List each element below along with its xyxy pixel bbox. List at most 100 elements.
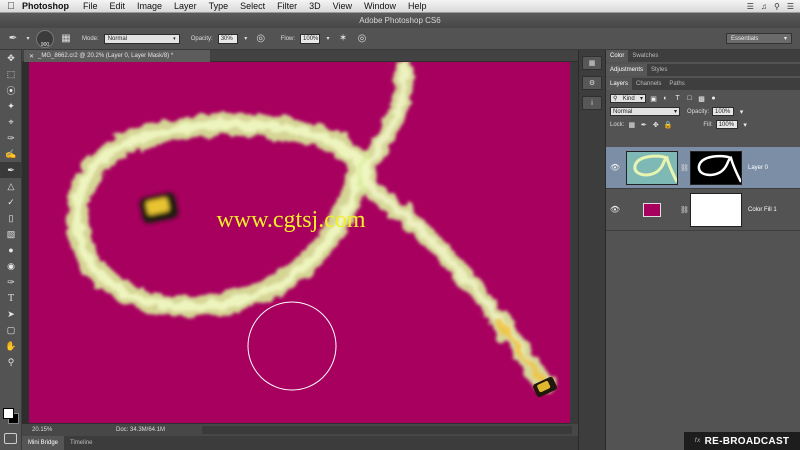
properties-panel-icon[interactable]: ⚙	[582, 76, 602, 90]
lasso-tool-icon[interactable]: ⦿	[0, 82, 22, 98]
menu-filter[interactable]: Filter	[277, 1, 297, 11]
layer-mask-thumbnail[interactable]	[690, 150, 742, 185]
filter-adjustment-icon[interactable]: ◐	[661, 94, 670, 103]
lock-position-icon[interactable]: ✥	[651, 120, 660, 129]
chevron-down-icon[interactable]: ▾	[741, 120, 750, 129]
mode-select[interactable]: Normal ▾	[103, 33, 180, 44]
app-menu[interactable]: Photoshop	[22, 1, 69, 11]
chevron-down-icon[interactable]: ▾	[243, 32, 249, 46]
doc-size-info[interactable]: Doc: 34.3M/64.1M	[56, 427, 176, 433]
pressure-opacity-icon[interactable]: ◎	[254, 32, 268, 46]
wifi-icon[interactable]: ☰	[747, 2, 754, 11]
chain-link-icon[interactable]: ⛓	[680, 206, 689, 214]
close-icon[interactable]: ✕	[29, 53, 34, 60]
blend-mode-select[interactable]: Normal ▾	[610, 107, 680, 116]
marquee-tool-icon[interactable]: ⬚	[0, 66, 22, 82]
menu-file[interactable]: File	[83, 1, 98, 11]
brush-size-picker[interactable]: 900	[36, 29, 54, 48]
airbrush-icon[interactable]: ✶	[336, 32, 350, 46]
spotlight-icon[interactable]: ⚲	[774, 2, 780, 11]
chevron-down-icon[interactable]: ▾	[325, 32, 331, 46]
hand-tool-icon[interactable]: ✋	[0, 338, 22, 354]
tab-color[interactable]: Color	[606, 50, 629, 62]
zoom-tool-icon[interactable]: ⚲	[0, 354, 22, 370]
type-tool-icon[interactable]: T	[0, 290, 22, 306]
tab-mini-bridge[interactable]: Mini Bridge	[22, 436, 65, 450]
lock-transparency-icon[interactable]: ▦	[627, 120, 636, 129]
history-panel-icon[interactable]: ▦	[582, 56, 602, 70]
shape-tool-icon[interactable]: ▢	[0, 322, 22, 338]
blur-tool-icon[interactable]: ●	[0, 242, 22, 258]
tab-paths[interactable]: Paths	[665, 78, 688, 90]
eye-icon[interactable]: 👁	[606, 163, 624, 172]
layer-row-color-fill-1[interactable]: 👁 ⛓ Color Fill 1	[606, 189, 800, 231]
menu-view[interactable]: View	[333, 1, 352, 11]
info-panel-icon[interactable]: i	[582, 96, 602, 110]
tab-layers[interactable]: Layers	[606, 78, 633, 90]
tab-channels[interactable]: Channels	[632, 78, 665, 90]
filter-shape-icon[interactable]: □	[685, 94, 694, 103]
menu-edit[interactable]: Edit	[110, 1, 126, 11]
path-selection-tool-icon[interactable]: ➤	[0, 306, 22, 322]
foreground-color-swatch[interactable]	[3, 408, 14, 419]
blend-mode-value: Normal	[613, 108, 633, 115]
vertical-scrollbar[interactable]	[570, 62, 578, 424]
chevron-down-icon[interactable]: ▾	[737, 107, 746, 116]
eye-icon[interactable]: 👁	[606, 205, 624, 214]
fill-input[interactable]: 100%	[715, 120, 738, 129]
healing-brush-tool-icon[interactable]: ✍	[0, 146, 22, 162]
layer-row-layer-0[interactable]: 👁 ⛓ Layer 0	[606, 147, 800, 189]
color-swatches[interactable]	[3, 408, 19, 424]
document-canvas[interactable]: www.cgtsj.com	[29, 62, 591, 423]
horizontal-scrollbar[interactable]	[202, 426, 572, 434]
layer-filter-kind-select[interactable]: ⚲ Kind ▾	[610, 94, 646, 103]
tab-swatches[interactable]: Swatches	[628, 50, 662, 62]
quick-select-tool-icon[interactable]: ✦	[0, 98, 22, 114]
chain-link-icon[interactable]: ⛓	[680, 164, 689, 172]
menu-type[interactable]: Type	[209, 1, 229, 11]
menu-image[interactable]: Image	[137, 1, 162, 11]
apple-icon[interactable]: 	[0, 1, 22, 12]
layer-opacity-input[interactable]: 100%	[712, 107, 735, 116]
filter-type-icon[interactable]: T	[673, 94, 682, 103]
filter-pixel-icon[interactable]: ▣	[649, 94, 658, 103]
flow-input[interactable]: 100%	[300, 33, 321, 44]
workspace-switcher[interactable]: Essentials ▾	[726, 33, 792, 44]
pressure-size-icon[interactable]: ◎	[355, 32, 369, 46]
move-tool-icon[interactable]: ✥	[0, 50, 22, 66]
menu-select[interactable]: Select	[240, 1, 265, 11]
eraser-tool-icon[interactable]: ▯	[0, 210, 22, 226]
lock-all-icon[interactable]: 🔒	[663, 120, 672, 129]
eyedropper-tool-icon[interactable]: ✑	[0, 130, 22, 146]
notification-icon[interactable]: ☰	[787, 2, 794, 11]
brush-panel-toggle-icon[interactable]: ▦	[59, 32, 73, 46]
opacity-input[interactable]: 30%	[217, 33, 238, 44]
menu-layer[interactable]: Layer	[174, 1, 197, 11]
zoom-level[interactable]: 20.15%	[22, 427, 56, 433]
layer-name[interactable]: Color Fill 1	[748, 207, 777, 213]
document-tab-bar: ✕ _MG_8662.cr2 @ 20.2% (Layer 0, Layer M…	[22, 50, 578, 62]
gradient-tool-icon[interactable]: ▧	[0, 226, 22, 242]
layer-mask-thumbnail[interactable]	[690, 192, 742, 227]
brush-tool-icon[interactable]: ✒	[0, 162, 22, 178]
pen-tool-icon[interactable]: ✑	[0, 274, 22, 290]
document-tab[interactable]: ✕ _MG_8662.cr2 @ 20.2% (Layer 0, Layer M…	[24, 50, 210, 62]
filter-toggle-icon[interactable]: ●	[709, 94, 718, 103]
dodge-tool-icon[interactable]: ◉	[0, 258, 22, 274]
filter-smart-object-icon[interactable]: ▩	[697, 94, 706, 103]
quick-mask-icon[interactable]	[4, 433, 17, 444]
menu-help[interactable]: Help	[408, 1, 427, 11]
volume-icon[interactable]: ♫	[761, 2, 767, 11]
chevron-down-icon[interactable]: ▾	[25, 32, 31, 46]
crop-tool-icon[interactable]: ⌖	[0, 114, 22, 130]
lock-pixels-icon[interactable]: ✒	[639, 120, 648, 129]
history-brush-tool-icon[interactable]: ✓	[0, 194, 22, 210]
tab-timeline[interactable]: Timeline	[64, 436, 98, 450]
menu-window[interactable]: Window	[364, 1, 396, 11]
menu-3d[interactable]: 3D	[309, 1, 321, 11]
layer-name[interactable]: Layer 0	[748, 165, 768, 171]
tab-adjustments[interactable]: Adjustments	[606, 64, 648, 76]
brush-tool-preset-icon[interactable]: ✒	[6, 32, 20, 46]
clone-stamp-tool-icon[interactable]: △	[0, 178, 22, 194]
tab-styles[interactable]: Styles	[647, 64, 671, 76]
